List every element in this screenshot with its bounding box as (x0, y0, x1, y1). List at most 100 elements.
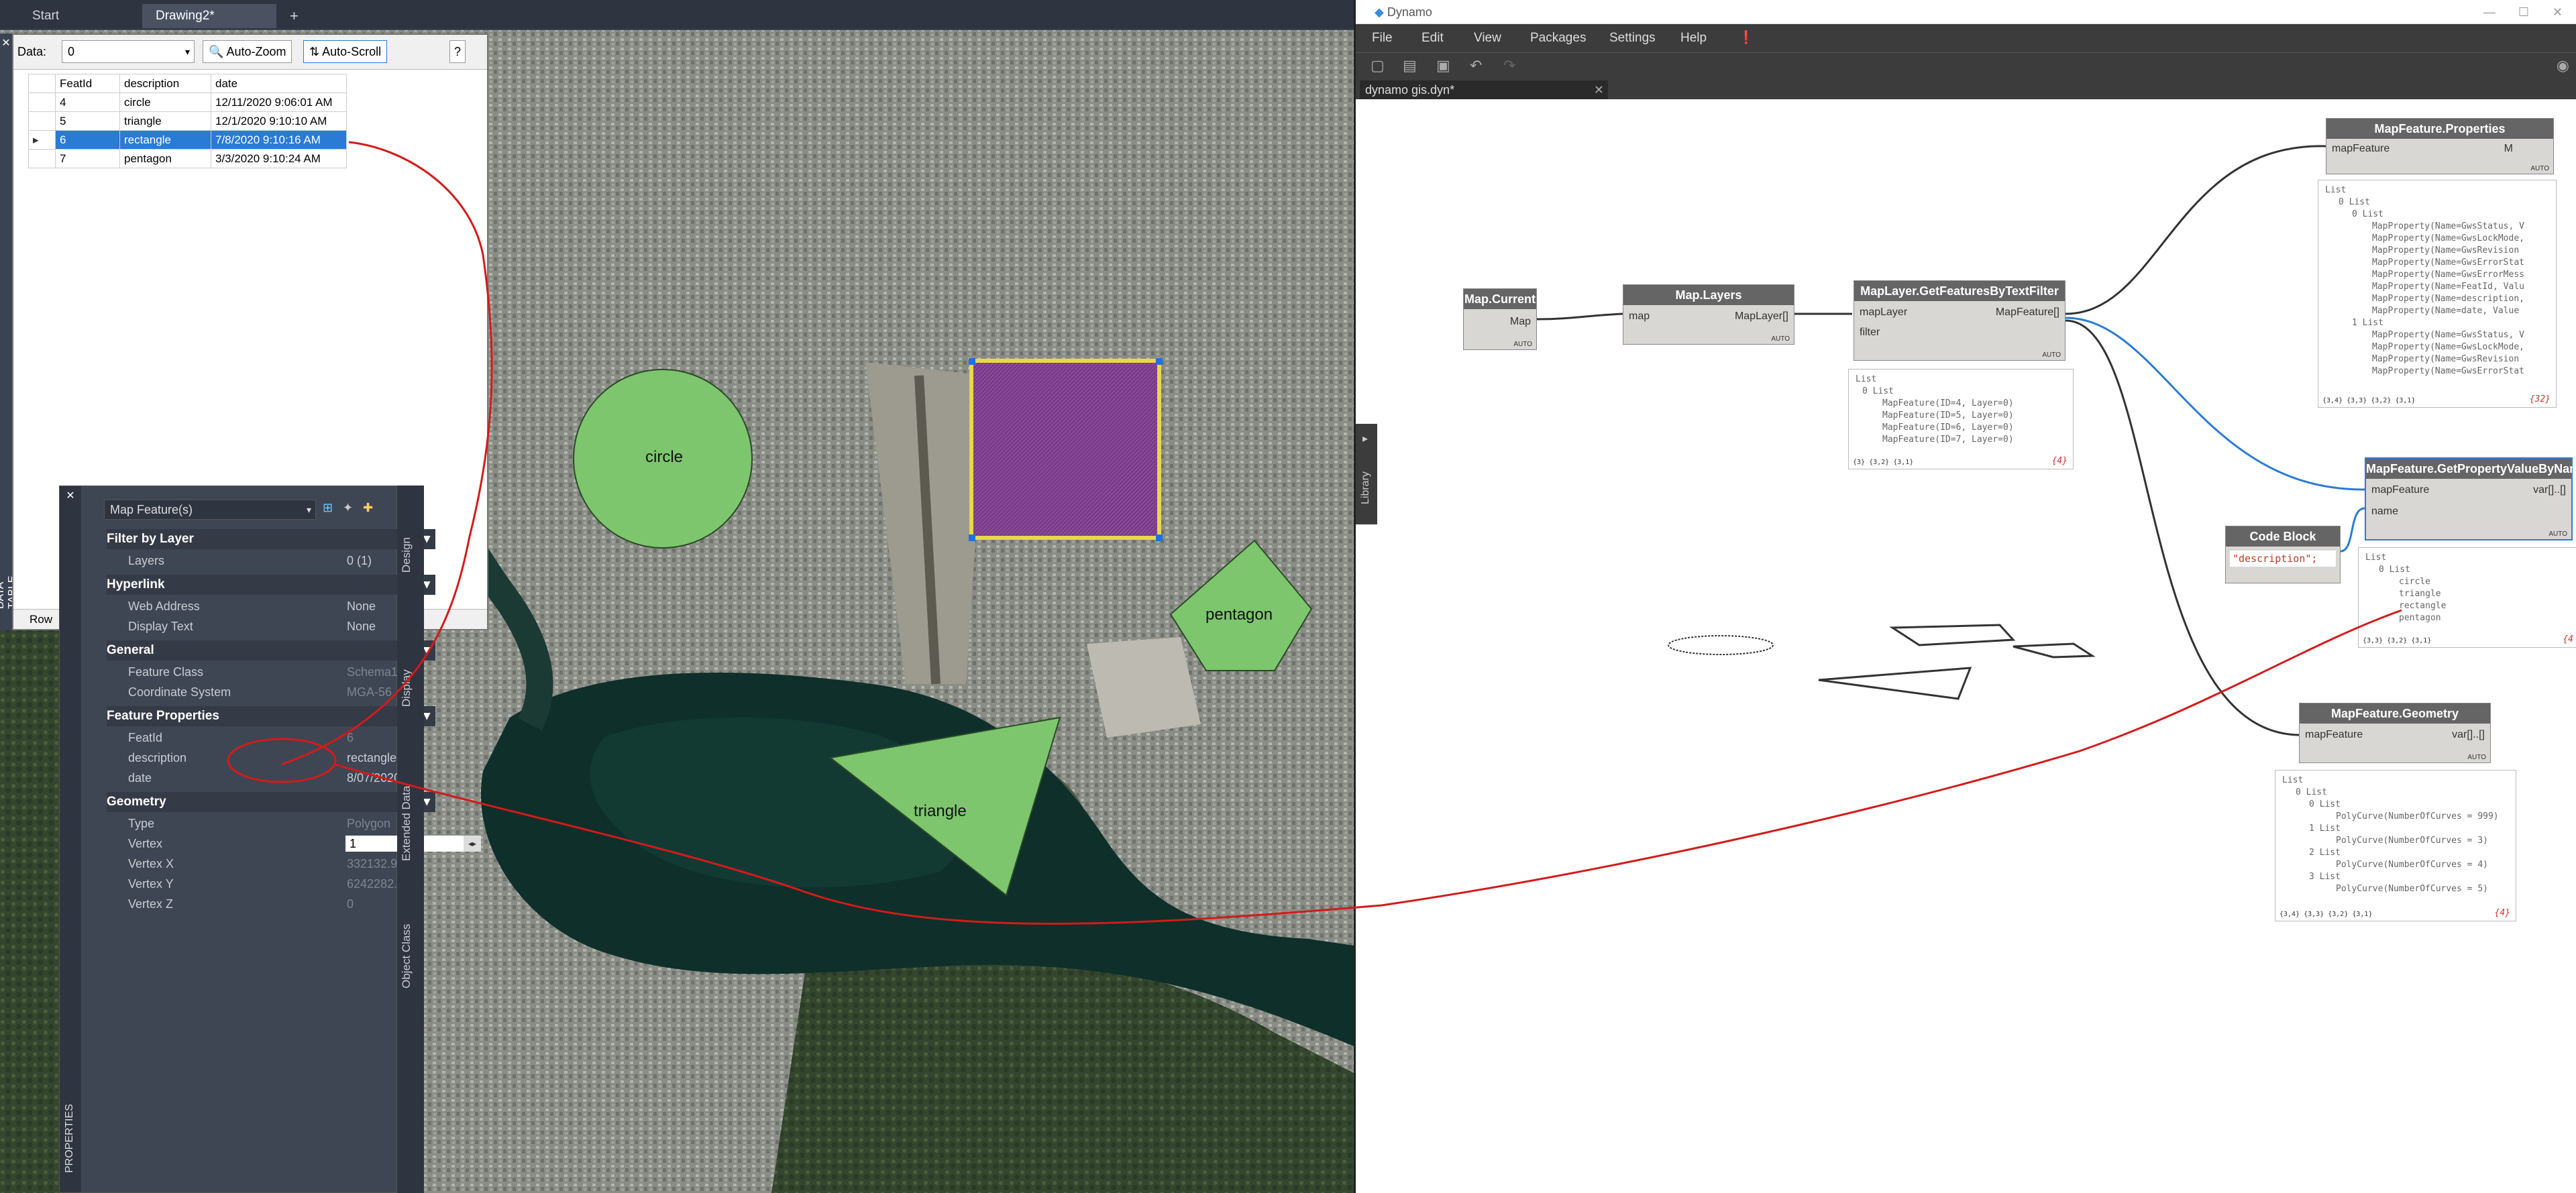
help-button[interactable]: ? (449, 40, 466, 63)
output-port[interactable]: MapFeature[] (1996, 306, 2059, 319)
output-port[interactable]: MapLayer[] (1735, 310, 1788, 323)
notification-icon[interactable]: ❗ (1738, 24, 1754, 52)
tab-display[interactable]: Display (400, 669, 413, 707)
minimize-icon[interactable]: — (2483, 0, 2496, 24)
cell-date[interactable]: 7/8/2020 9:10:16 AM (211, 130, 347, 150)
input-port[interactable]: mapLayer (1860, 306, 1907, 319)
row-handle[interactable] (28, 111, 56, 131)
node-map-current[interactable]: Map.Current Map AUTO (1463, 288, 1537, 350)
tab-design[interactable]: Design (400, 537, 413, 573)
cell-featid[interactable]: 5 (55, 111, 120, 131)
table-row[interactable]: 5 triangle 12/1/2020 9:10:10 AM (28, 111, 347, 131)
node-mapfeature-geometry[interactable]: MapFeature.Geometry mapFeature var[]..[]… (2299, 703, 2491, 763)
menu-help[interactable]: Help (1680, 24, 1707, 52)
preview-property-values[interactable]: List 0 List circle triangle rectangle pe… (2358, 547, 2576, 648)
output-port[interactable]: Map (1510, 316, 1531, 328)
row-handle[interactable] (28, 93, 56, 112)
preview-levels: {3} {3,2} {3,1} (1853, 459, 1914, 466)
auto-scroll-button[interactable]: ⇅ Auto-Scroll (303, 40, 388, 63)
maximize-icon[interactable]: ☐ (2518, 0, 2529, 24)
prop-date[interactable]: date8/07/2020 9:10:16 AM (104, 768, 439, 805)
library-toggle[interactable]: ▸ Library (1356, 424, 1377, 524)
lacing-label: AUTO (2548, 530, 2567, 538)
prop-web-address[interactable]: Web Address None (104, 596, 439, 616)
prop-vertex[interactable]: Vertex 1 ◂▸ (104, 834, 481, 854)
column-header[interactable]: FeatId (55, 74, 120, 93)
close-icon[interactable]: ✕ (2553, 0, 2563, 24)
cell-description[interactable]: pentagon (119, 149, 211, 168)
preview-filter[interactable]: List 0 List MapFeature(ID=4, Layer=0) Ma… (1848, 369, 2074, 469)
cell-description[interactable]: rectangle (119, 130, 211, 150)
input-port[interactable]: name (2371, 506, 2398, 518)
new-file-icon[interactable]: ▢ (1371, 57, 1385, 74)
table-row[interactable]: 7 pentagon 3/3/2020 9:10:24 AM (28, 149, 347, 168)
menu-packages[interactable]: Packages (1530, 24, 1586, 52)
code-editor[interactable]: "description"; (2230, 551, 2336, 567)
feature-selector[interactable]: Map Feature(s) ▾ (104, 500, 316, 520)
add-tab-icon[interactable]: + (276, 4, 312, 28)
column-header[interactable]: description (119, 74, 211, 93)
row-handle[interactable]: ▸ (28, 130, 56, 150)
prop-layers[interactable]: Layers 0 (1) (104, 551, 439, 571)
cell-featid[interactable]: 4 (55, 93, 120, 112)
section-geometry[interactable]: Geometry ▾ (107, 792, 435, 812)
section-feature-properties[interactable]: Feature Properties ▾ (107, 706, 435, 726)
cell-date[interactable]: 12/1/2020 9:10:10 AM (211, 111, 347, 131)
prop-description[interactable]: description rectangle (104, 748, 439, 768)
preview-geometry[interactable]: List 0 List 0 List PolyCurve(NumberOfCur… (2275, 770, 2516, 921)
node-code-block[interactable]: Code Block "description"; (2225, 526, 2341, 583)
output-port[interactable]: var[]..[] (2452, 729, 2485, 741)
menu-file[interactable]: File (1372, 24, 1393, 52)
cell-date[interactable]: 12/11/2020 9:06:01 AM (211, 93, 347, 112)
cell-date[interactable]: 3/3/2020 9:10:24 AM (211, 149, 347, 168)
prop-display-text[interactable]: Display Text None (104, 616, 439, 636)
input-port[interactable]: mapFeature (2371, 484, 2429, 496)
menu-view[interactable]: View (1474, 24, 1501, 52)
input-port[interactable]: mapFeature (2305, 729, 2363, 741)
node-map-layers[interactable]: Map.Layers map MapLayer[] AUTO (1623, 284, 1794, 345)
cell-featid[interactable]: 7 (55, 149, 120, 168)
vertex-stepper-icon[interactable]: ◂▸ (464, 836, 481, 852)
save-icon[interactable]: ▣ (1436, 57, 1450, 74)
open-file-icon[interactable]: ▤ (1403, 57, 1417, 74)
close-icon[interactable]: ✕ (0, 36, 12, 50)
menu-settings[interactable]: Settings (1609, 24, 1656, 52)
cell-description[interactable]: circle (119, 93, 211, 112)
auto-zoom-button[interactable]: 🔍 Auto-Zoom (203, 40, 292, 63)
row-handle[interactable] (28, 149, 56, 168)
output-port[interactable]: M (2504, 143, 2513, 155)
quick-select-icon[interactable]: ✦ (343, 501, 353, 515)
table-row[interactable]: 4 circle 12/11/2020 9:06:01 AM (28, 93, 347, 112)
input-port[interactable]: map (1629, 310, 1650, 323)
cell-description[interactable]: triangle (119, 111, 211, 131)
node-mapfeature-properties[interactable]: MapFeature.Properties mapFeature M AUTO (2326, 118, 2554, 174)
toggle-pickadd-icon[interactable]: ✚ (363, 501, 373, 515)
data-select[interactable]: 0 ▾ (62, 40, 195, 63)
tab-object-class[interactable]: Object Class (400, 924, 413, 988)
file-tab[interactable]: dynamo gis.dyn* ✕ (1360, 80, 1608, 99)
redo-icon[interactable]: ↷ (1503, 57, 1515, 74)
input-port[interactable]: filter (1860, 327, 1880, 339)
output-port[interactable]: var[]..[] (2533, 484, 2566, 496)
section-hyperlink[interactable]: Hyperlink ▾ (107, 575, 435, 595)
close-icon[interactable]: ✕ (60, 489, 81, 502)
table-row-selected[interactable]: ▸ 6 rectangle 7/8/2020 9:10:16 AM (28, 130, 347, 150)
node-get-features-by-text-filter[interactable]: MapLayer.GetFeaturesByTextFilter mapLaye… (1854, 280, 2065, 361)
preview-properties[interactable]: List 0 List 0 List MapProperty(Name=GwsS… (2318, 180, 2557, 408)
select-objects-icon[interactable]: ⊞ (323, 501, 333, 515)
column-header[interactable]: date (211, 74, 347, 93)
tab-start[interactable]: Start (19, 4, 72, 28)
close-tab-icon[interactable]: ✕ (1594, 80, 1604, 99)
section-filter-by-layer[interactable]: Filter by Layer ▾ (107, 529, 435, 549)
undo-icon[interactable]: ↶ (1470, 57, 1482, 74)
workspace-canvas[interactable]: Map.Current Map AUTO Map.Layers map MapL… (1356, 115, 2576, 1193)
camera-icon[interactable]: ◉ (2557, 57, 2569, 74)
input-port[interactable]: mapFeature (2332, 143, 2390, 155)
section-general[interactable]: General ▾ (107, 640, 435, 661)
tab-extended-data[interactable]: Extended Data (400, 786, 413, 861)
rectangle-feature[interactable] (969, 359, 1161, 540)
cell-featid[interactable]: 6 (55, 130, 120, 150)
node-get-property-value-by-name[interactable]: MapFeature.GetPropertyValueByName mapFea… (2365, 457, 2576, 541)
tab-drawing2[interactable]: Drawing2* (142, 4, 276, 28)
menu-edit[interactable]: Edit (1421, 24, 1444, 52)
